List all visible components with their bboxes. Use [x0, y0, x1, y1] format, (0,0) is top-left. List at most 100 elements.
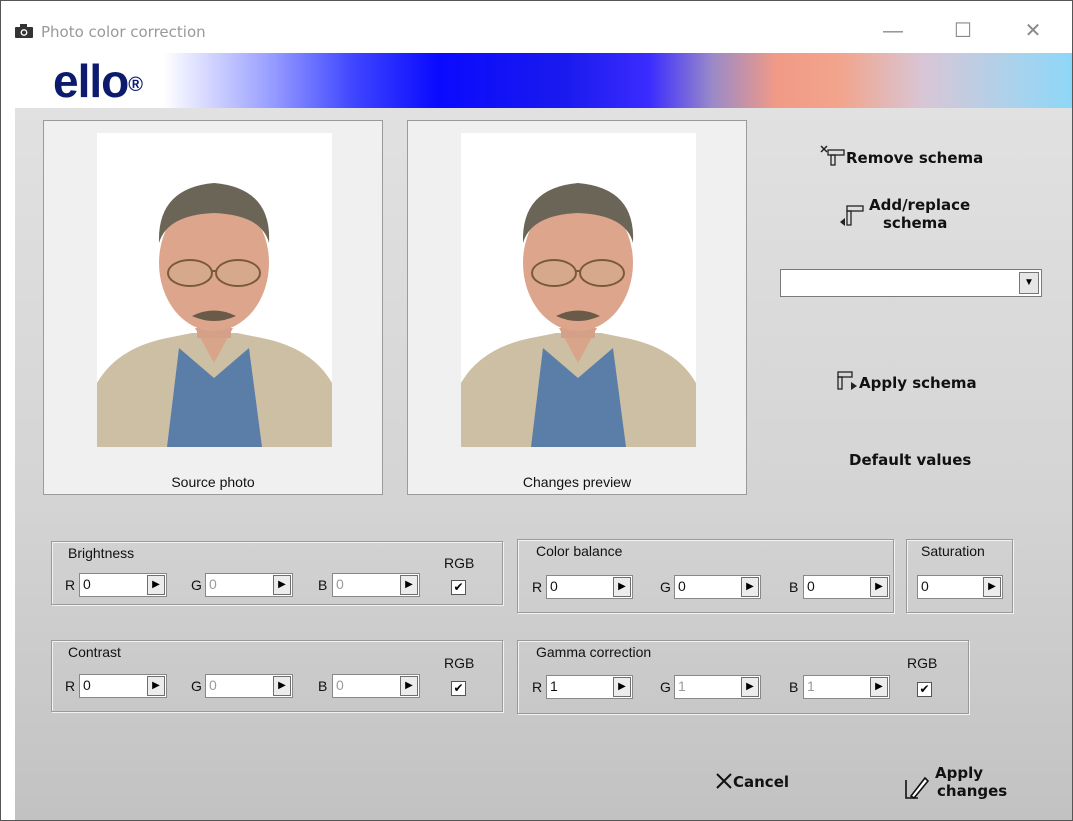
contrast-g-value: 0: [209, 677, 217, 693]
brightness-b-value: 0: [336, 576, 344, 592]
gamma-g-label: G: [660, 679, 671, 695]
photo-color-correction-window: Photo color correction — ☐ ✕ ello® Sourc…: [0, 0, 1073, 821]
color-balance-r-value: 0: [550, 578, 558, 594]
brightness-b-input[interactable]: 0 ▶: [332, 573, 420, 597]
title-bar[interactable]: Photo color correction — ☐ ✕: [1, 1, 1072, 53]
color-balance-group: Color balance R 0 ▶ G 0 ▶ B 0 ▶: [517, 539, 894, 613]
apply-schema-icon: [837, 371, 857, 390]
brightness-b-label: B: [318, 577, 328, 593]
ello-logo: ello®: [53, 55, 143, 107]
registered-mark: ®: [128, 74, 143, 96]
spin-arrow-icon[interactable]: ▶: [147, 676, 165, 696]
contrast-r-value: 0: [83, 677, 91, 693]
brightness-g-input[interactable]: 0 ▶: [205, 573, 293, 597]
remove-schema-label: Remove schema: [846, 149, 984, 167]
brightness-rgb-label: RGB: [444, 555, 475, 571]
default-values-button[interactable]: Default values: [849, 451, 971, 469]
contrast-rgb-checkbox[interactable]: ✔: [451, 681, 466, 696]
contrast-b-input[interactable]: 0 ▶: [332, 674, 420, 698]
spin-arrow-icon[interactable]: ▶: [273, 676, 291, 696]
spin-arrow-icon[interactable]: ▶: [741, 577, 759, 597]
cancel-x-icon: [716, 773, 732, 789]
minimize-button[interactable]: —: [881, 19, 905, 43]
window-title: Photo color correction: [41, 23, 206, 41]
spin-arrow-icon[interactable]: ▶: [741, 677, 759, 697]
source-photo-caption: Source photo: [171, 474, 255, 490]
gamma-r-input[interactable]: 1 ▶: [546, 675, 633, 699]
gamma-r-label: R: [532, 679, 543, 695]
gamma-r-value: 1: [550, 678, 558, 694]
gamma-b-label: B: [789, 679, 799, 695]
add-replace-schema-button[interactable]: Add/replace schema: [840, 196, 970, 232]
cancel-button[interactable]: Cancel: [715, 772, 789, 791]
source-photo-panel: Source photo: [43, 120, 383, 495]
preview-photo: [461, 133, 696, 447]
contrast-title: Contrast: [68, 644, 121, 660]
close-button[interactable]: ✕: [1021, 19, 1045, 43]
client-area: Source photo Changes preview Remove sche…: [15, 108, 1072, 820]
contrast-g-input[interactable]: 0 ▶: [205, 674, 293, 698]
spin-arrow-icon[interactable]: ▶: [870, 577, 888, 597]
add-schema-icon: [840, 205, 864, 226]
preview-photo-caption: Changes preview: [522, 474, 632, 490]
brightness-title: Brightness: [68, 545, 135, 561]
gamma-rgb-checkbox[interactable]: ✔: [917, 682, 932, 697]
color-balance-r-input[interactable]: 0 ▶: [546, 575, 633, 599]
saturation-group: Saturation 0 ▶: [906, 539, 1013, 613]
spin-arrow-icon[interactable]: ▶: [613, 577, 631, 597]
schema-select[interactable]: ▼: [780, 269, 1042, 297]
contrast-group: Contrast R 0 ▶ G 0 ▶ B 0 ▶ RGB ✔: [51, 640, 503, 712]
gamma-g-value: 1: [678, 678, 686, 694]
saturation-input[interactable]: 0 ▶: [917, 575, 1003, 599]
maximize-button[interactable]: ☐: [951, 19, 975, 43]
spin-arrow-icon[interactable]: ▶: [147, 575, 165, 595]
spin-arrow-icon[interactable]: ▶: [273, 575, 291, 595]
pen-icon: [905, 776, 929, 800]
source-photo: [97, 133, 332, 447]
cancel-label: Cancel: [733, 773, 790, 791]
spin-arrow-icon[interactable]: ▶: [400, 575, 418, 595]
chevron-down-icon[interactable]: ▼: [1019, 272, 1039, 294]
color-balance-b-label: B: [789, 579, 799, 595]
camera-icon: [15, 24, 33, 38]
brightness-g-label: G: [191, 577, 202, 593]
gamma-correction-group: Gamma correction R 1 ▶ G 1 ▶ B 1 ▶ RGB ✔: [517, 640, 969, 714]
logo-text: ello: [53, 55, 129, 107]
color-balance-title: Color balance: [536, 543, 623, 559]
apply-schema-label: Apply schema: [859, 374, 977, 392]
gamma-g-input[interactable]: 1 ▶: [674, 675, 761, 699]
gamma-b-input[interactable]: 1 ▶: [803, 675, 890, 699]
contrast-r-label: R: [65, 678, 76, 694]
saturation-value: 0: [921, 578, 929, 594]
spin-arrow-icon[interactable]: ▶: [400, 676, 418, 696]
portrait-preview-image: [461, 133, 696, 447]
gamma-title: Gamma correction: [536, 644, 652, 660]
remove-schema-button[interactable]: Remove schema: [820, 145, 983, 167]
brightness-rgb-checkbox[interactable]: ✔: [451, 580, 466, 595]
color-balance-g-value: 0: [678, 578, 686, 594]
spin-arrow-icon[interactable]: ▶: [613, 677, 631, 697]
color-balance-b-value: 0: [807, 578, 815, 594]
gamma-b-value: 1: [807, 678, 815, 694]
brightness-g-value: 0: [209, 576, 217, 592]
contrast-g-label: G: [191, 678, 202, 694]
preview-photo-panel: Changes preview: [407, 120, 747, 495]
apply-schema-button[interactable]: Apply schema: [837, 370, 977, 392]
color-balance-b-input[interactable]: 0 ▶: [803, 575, 890, 599]
contrast-b-value: 0: [336, 677, 344, 693]
apply-changes-button[interactable]: Apply changes: [903, 764, 1007, 800]
brightness-group: Brightness R 0 ▶ G 0 ▶ B 0 ▶ RGB ✔: [51, 541, 503, 605]
color-balance-r-label: R: [532, 579, 543, 595]
spin-arrow-icon[interactable]: ▶: [870, 677, 888, 697]
brand-banner: ello®: [15, 53, 1072, 108]
brightness-r-input[interactable]: 0 ▶: [79, 573, 167, 597]
spin-arrow-icon[interactable]: ▶: [983, 577, 1001, 597]
color-balance-g-input[interactable]: 0 ▶: [674, 575, 761, 599]
saturation-title: Saturation: [921, 543, 985, 559]
gamma-rgb-label: RGB: [907, 655, 938, 671]
brightness-r-label: R: [65, 577, 76, 593]
remove-schema-icon: [820, 145, 845, 166]
brightness-r-value: 0: [83, 576, 91, 592]
contrast-b-label: B: [318, 678, 328, 694]
contrast-r-input[interactable]: 0 ▶: [79, 674, 167, 698]
